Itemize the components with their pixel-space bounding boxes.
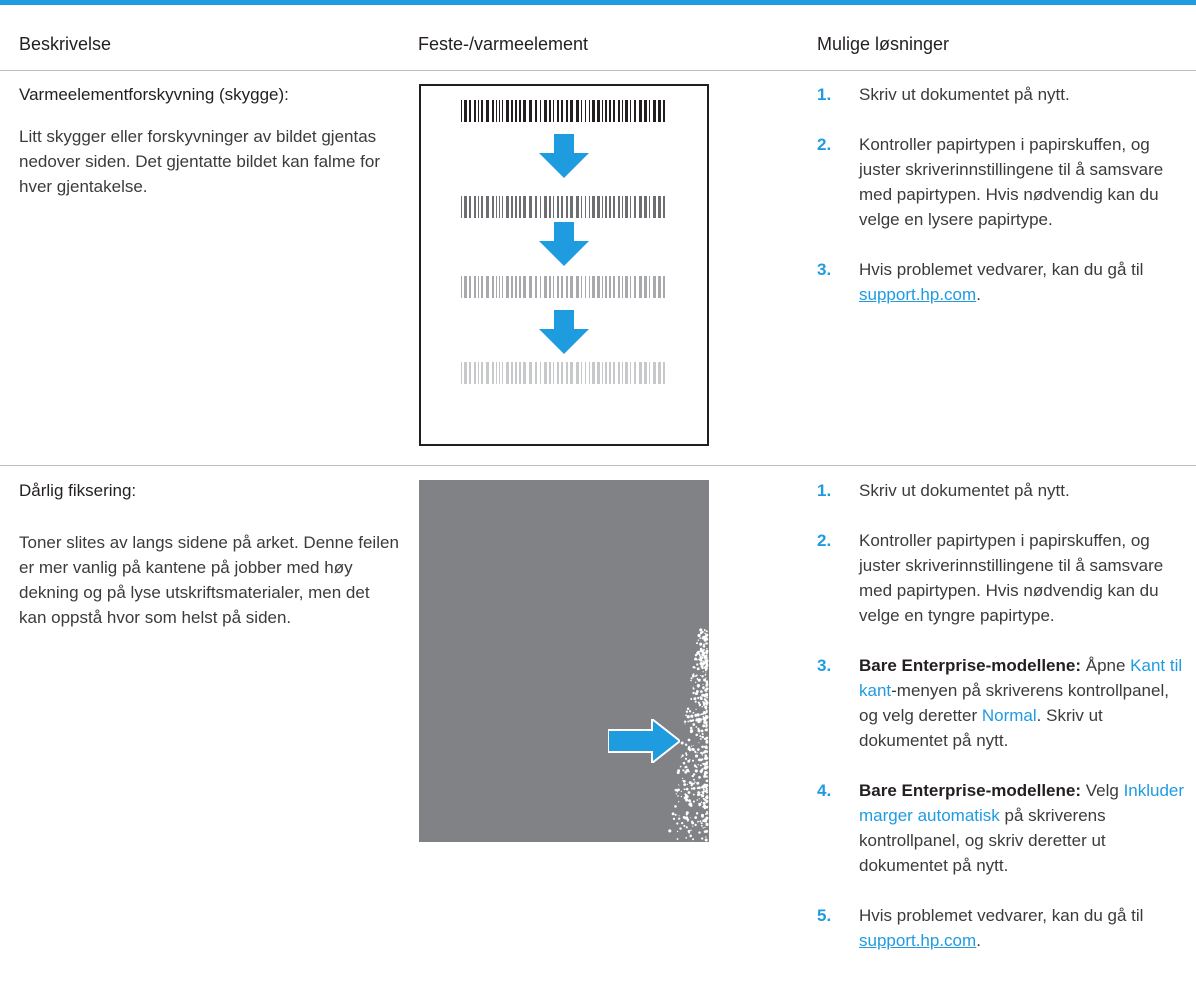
arrow-down-icon — [539, 134, 589, 178]
arrow-down-icon — [539, 222, 589, 266]
solution-item: 1. Skriv ut dokumentet på nytt. — [817, 82, 1187, 107]
solution-text-end: . — [976, 931, 981, 950]
solution-item: 1. Skriv ut dokumentet på nytt. — [817, 478, 1187, 503]
solution-item: 2. Kontroller papirtypen i papirskuffen,… — [817, 528, 1187, 628]
solution-text: Hvis problemet vedvarer, kan du gå til — [859, 906, 1144, 925]
header-fuser: Feste-/varmeelement — [418, 34, 589, 54]
barcode-light — [461, 276, 665, 298]
solution-text: Kontroller papirtypen i papirskuffen, og… — [859, 135, 1164, 229]
arrow-right-icon — [608, 719, 680, 763]
menu-link-normal[interactable]: Normal — [982, 706, 1037, 725]
arrow-down-icon — [539, 310, 589, 354]
header-solutions: Mulige løsninger — [817, 34, 950, 54]
support-link[interactable]: support.hp.com — [859, 931, 976, 950]
header-description: Beskrivelse — [19, 34, 112, 54]
solution-bold-prefix: Bare Enterprise-modellene: — [859, 656, 1082, 675]
solution-number: 1. — [817, 85, 832, 104]
table-header: Beskrivelse Feste-/varmeelement Mulige l… — [0, 5, 1196, 71]
barcode-medium — [461, 196, 665, 218]
row-description: Toner slites av langs sidene på arket. D… — [19, 533, 399, 627]
solution-text: Kontroller papirtypen i papirskuffen, og… — [859, 531, 1164, 625]
solution-item: 2. Kontroller papirtypen i papirskuffen,… — [817, 132, 1187, 232]
solution-item: 3. Bare Enterprise-modellene: Åpne Kant … — [817, 653, 1187, 753]
solution-number: 2. — [817, 135, 832, 154]
row-title: Dårlig fiksering: — [19, 481, 137, 500]
solution-text: Skriv ut dokumentet på nytt. — [859, 85, 1070, 104]
solution-item: 4. Bare Enterprise-modellene: Velg Inklu… — [817, 778, 1187, 878]
solution-number: 3. — [817, 260, 832, 279]
solution-text: Åpne — [1081, 656, 1131, 675]
barcode-faint — [461, 362, 665, 384]
solution-text: Skriv ut dokumentet på nytt. — [859, 481, 1070, 500]
row-description: Litt skygger eller forskyvninger av bild… — [19, 127, 380, 196]
support-link[interactable]: support.hp.com — [859, 285, 976, 304]
row-title: Varmeelementforskyvning (skygge): — [19, 85, 289, 104]
solutions-list: 1. Skriv ut dokumentet på nytt. 2. Kontr… — [817, 478, 1187, 953]
solution-text: Velg — [1081, 781, 1124, 800]
barcode-repeat-arrows-illustration — [419, 84, 709, 446]
solution-item: 3. Hvis problemet vedvarer, kan du gå ti… — [817, 257, 1187, 307]
gray-page-speckled-edge-illustration — [419, 480, 709, 842]
solution-text: Hvis problemet vedvarer, kan du gå til — [859, 260, 1144, 279]
solution-bold-prefix: Bare Enterprise-modellene: — [859, 781, 1082, 800]
solution-number: 5. — [817, 906, 832, 925]
solution-text-end: . — [976, 285, 981, 304]
toner-speckles — [668, 628, 709, 842]
row-divider — [0, 465, 1196, 466]
solution-number: 1. — [817, 481, 832, 500]
solution-number: 4. — [817, 781, 832, 800]
barcode-dark — [461, 100, 665, 122]
solution-number: 2. — [817, 531, 832, 550]
solution-item: 5. Hvis problemet vedvarer, kan du gå ti… — [817, 903, 1187, 953]
solutions-list: 1. Skriv ut dokumentet på nytt. 2. Kontr… — [817, 82, 1187, 307]
solution-number: 3. — [817, 656, 832, 675]
